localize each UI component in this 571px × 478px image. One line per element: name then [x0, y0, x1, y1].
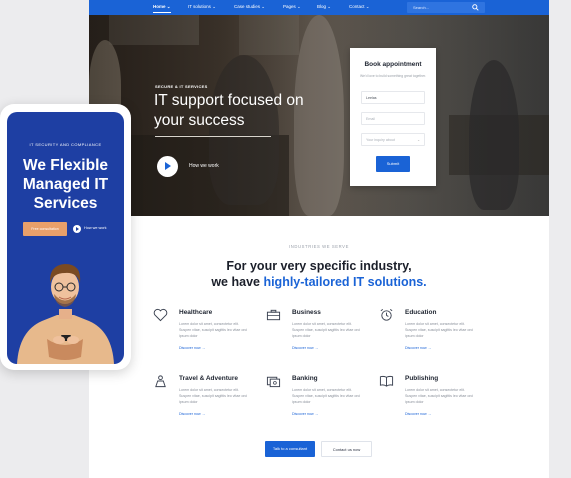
hero-section: SECURE & IT SERVICES IT support focused …	[89, 15, 549, 216]
discover-link[interactable]: Discover now →	[405, 412, 431, 416]
industries-eyebrow: INDUSTRIES WE SERVE	[289, 244, 349, 249]
mobile-mockup: IT SECURITY AND COMPLIANCE We Flexible M…	[0, 104, 131, 370]
nav-item-pages[interactable]: Pages ⌄	[283, 4, 301, 10]
industry-name: Healthcare	[179, 309, 213, 316]
industries-heading-line1: For your very specific industry,	[226, 259, 412, 273]
website-preview: Home ⌄ IT solutions ⌄ Case studies ⌄ Pag…	[89, 0, 549, 478]
nav-item-contact[interactable]: Contact ⌄	[349, 4, 370, 10]
hero-eyebrow: SECURE & IT SERVICES	[155, 84, 208, 89]
name-field[interactable]: Leelas	[361, 91, 425, 104]
mobile-how-we-work-link[interactable]: How we work	[84, 226, 107, 230]
chevron-down-icon: ⌄	[166, 4, 171, 9]
submit-button[interactable]: Submit	[376, 156, 410, 172]
search-placeholder: Search...	[413, 5, 430, 10]
email-field[interactable]: Email	[361, 112, 425, 125]
chevron-down-icon: ⌄	[365, 4, 370, 9]
appointment-title: Book appointment	[364, 61, 422, 68]
search-icon[interactable]	[472, 4, 479, 11]
briefcase-icon	[266, 309, 281, 321]
mobile-play-button[interactable]	[73, 225, 81, 233]
how-we-work-link[interactable]: How we work	[189, 163, 219, 169]
active-nav-underline	[153, 12, 171, 13]
mobile-eyebrow: IT SECURITY AND COMPLIANCE	[29, 142, 102, 147]
industry-name: Banking	[292, 375, 318, 382]
traveler-icon	[155, 375, 166, 388]
industry-description: Lorem dolor sit amet, consectetur elit. …	[405, 388, 474, 404]
nav-item-blog[interactable]: Blog ⌄	[317, 4, 331, 10]
chevron-down-icon: ⌄	[212, 4, 216, 9]
chevron-down-icon: ⌄	[261, 4, 266, 9]
discover-link[interactable]: Discover now →	[405, 346, 431, 350]
mobile-title: We Flexible Managed IT Services	[22, 157, 109, 212]
appointment-subtitle: We'd love to build something great toget…	[360, 74, 426, 78]
top-navigation: Home ⌄ IT solutions ⌄ Case studies ⌄ Pag…	[89, 0, 549, 15]
alarm-clock-icon	[380, 309, 393, 321]
free-consultation-button[interactable]: Free consultation	[23, 222, 67, 236]
bank-note-icon	[266, 376, 281, 388]
nav-item-it-solutions[interactable]: IT solutions ⌄	[188, 4, 216, 10]
contact-us-button[interactable]: Contact us now	[321, 441, 372, 457]
industries-heading-line2: we have highly-tailored IT solutions.	[89, 275, 549, 289]
heading-prefix: we have	[211, 275, 260, 289]
industry-name: Business	[292, 309, 321, 316]
industry-description: Lorem dolor sit amet, consectetur elit. …	[179, 388, 248, 404]
chevron-down-icon: ⌄	[417, 138, 420, 142]
hero-title: IT support focused on your success	[154, 92, 304, 129]
discover-link[interactable]: Discover now →	[292, 412, 318, 416]
heart-icon	[153, 308, 168, 322]
industry-description: Lorem dolor sit amet, consectetur elit. …	[405, 322, 474, 338]
industry-description: Lorem dolor sit amet, consectetur elit. …	[292, 388, 361, 404]
industry-name: Education	[405, 309, 437, 316]
nav-item-home[interactable]: Home ⌄	[153, 4, 171, 10]
man-with-phone-illustration	[17, 264, 114, 364]
industry-name: Publishing	[405, 375, 439, 382]
nav-item-case-studies[interactable]: Case studies ⌄	[234, 4, 265, 10]
discover-link[interactable]: Discover now →	[292, 346, 318, 350]
industry-description: Lorem dolor sit amet, consectetur elit. …	[292, 322, 361, 338]
chevron-down-icon: ⌄	[327, 4, 332, 9]
discover-link[interactable]: Discover now →	[179, 346, 205, 350]
inquiry-select[interactable]: Your inquiry about ⌄	[361, 133, 425, 146]
chevron-down-icon: ⌄	[297, 4, 301, 9]
book-icon	[379, 375, 394, 387]
mobile-screen: IT SECURITY AND COMPLIANCE We Flexible M…	[7, 112, 124, 364]
search-input[interactable]: Search...	[407, 2, 485, 13]
industry-name: Travel & Adventure	[179, 375, 239, 382]
discover-link[interactable]: Discover now →	[179, 412, 205, 416]
play-video-button[interactable]	[157, 156, 178, 177]
inquiry-placeholder: Your inquiry about	[366, 138, 395, 142]
talk-to-consultant-button[interactable]: Talk to a consultant	[265, 441, 315, 457]
heading-highlight: highly-tailored IT solutions.	[263, 275, 427, 289]
industry-description: Lorem dolor sit amet, consectetur elit. …	[179, 322, 248, 338]
appointment-card: Book appointment We'd love to build some…	[350, 48, 436, 186]
hero-divider	[155, 136, 271, 137]
